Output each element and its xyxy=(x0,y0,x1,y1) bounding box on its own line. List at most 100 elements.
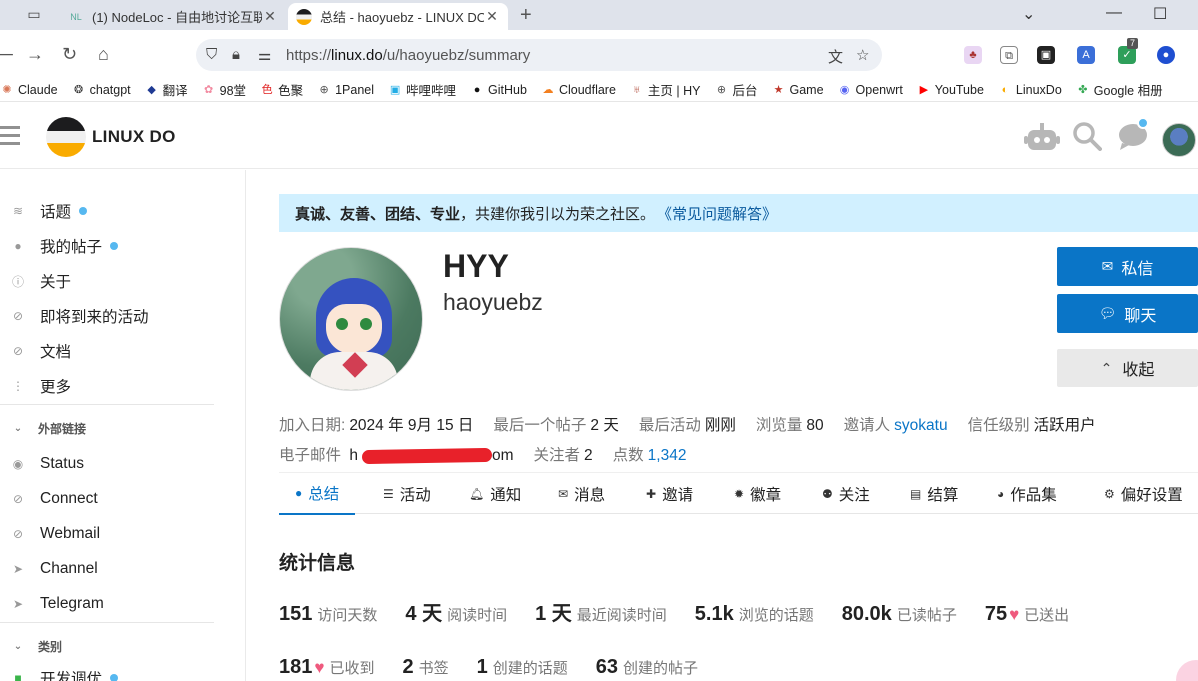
linuxdo-logo[interactable] xyxy=(46,117,86,157)
tab-3[interactable]: ✉ 消息 xyxy=(558,473,605,515)
url-host: linux.do xyxy=(331,47,383,64)
profile-avatar[interactable] xyxy=(279,247,423,391)
bookmark-item[interactable]: ✺ Claude xyxy=(0,83,57,97)
meta-value: 2 天 xyxy=(590,417,619,434)
sidebar-link[interactable]: ⊘ Webmail xyxy=(0,519,214,549)
tab-overview-icon[interactable]: ▭ xyxy=(24,6,44,24)
bookmark-item[interactable]: ◆ 翻译 xyxy=(145,80,187,99)
bookmark-item[interactable]: ▣ 哔哩哔哩 xyxy=(388,80,456,99)
url-text[interactable]: https://linux.do/u/haoyuebz/summary xyxy=(286,47,530,64)
bookmark-item[interactable]: ● GitHub xyxy=(470,83,527,97)
bookmark-item[interactable]: ◉ Openwrt xyxy=(838,83,903,97)
tab-8[interactable]: ◕ 作品集 xyxy=(997,473,1057,515)
sidebar-item-label: 开发调优 xyxy=(40,671,103,681)
bookmark-item[interactable]: ♅ 主页 | HY xyxy=(630,80,701,99)
sidebar-item[interactable]: ⊘ 即将到来的活动 xyxy=(0,301,214,331)
extension-icon[interactable]: ♣ xyxy=(964,46,982,64)
hamburger-menu-icon[interactable] xyxy=(0,126,20,150)
shield-icon[interactable]: ⛉ xyxy=(206,46,217,63)
tab-6[interactable]: ⚉ 关注 xyxy=(822,473,870,515)
tab-0[interactable]: ● 总结 xyxy=(279,473,356,515)
sidebar-item[interactable]: ⋮ 更多 xyxy=(0,371,214,401)
robot-icon[interactable] xyxy=(1024,122,1060,159)
new-tab-icon[interactable]: + xyxy=(520,4,532,27)
avatar[interactable] xyxy=(1162,123,1196,157)
browser-tab-nodeloc[interactable]: NL (1) NodeLoc - 自由地讨论互联 ✕ xyxy=(60,3,286,30)
address-bar[interactable]: ⛉ 🔒︎ ⚌ https://linux.do/u/haoyuebz/summa… xyxy=(196,39,882,71)
sidebar-item-label: 即将到来的活动 xyxy=(40,309,149,326)
browser-tab-linuxdo[interactable]: 总结 - haoyuebz - LINUX DO ✕ xyxy=(288,3,508,30)
eye-icon: ◉ xyxy=(12,457,24,471)
sidebar-item[interactable]: ● 我的帖子 xyxy=(0,231,214,261)
message-button[interactable]: ✉ 私信 xyxy=(1057,247,1198,286)
bookmark-label: Cloudflare xyxy=(558,82,616,97)
reload-icon[interactable]: ↻ xyxy=(62,44,77,65)
minimize-icon[interactable]: — xyxy=(1106,4,1122,22)
translate-icon[interactable]: 文 xyxy=(828,46,843,67)
bookmark-star-icon[interactable]: ☆ xyxy=(856,46,869,64)
ublock-icon[interactable]: ✓ 7 xyxy=(1118,38,1139,64)
stat-value: 1 xyxy=(476,656,488,678)
meta-value[interactable]: syokatu xyxy=(894,417,947,434)
tab-label: 作品集 xyxy=(1010,487,1057,504)
bookmark-item[interactable]: ❂ chatgpt xyxy=(72,83,131,97)
sidebar-item[interactable]: ≋ 话题 xyxy=(0,196,214,226)
sidebar-item[interactable]: ⊘ 文档 xyxy=(0,336,214,366)
github-icon: ● xyxy=(473,83,481,96)
tab-7[interactable]: ▤ 结算 xyxy=(910,473,958,515)
sidebar-link[interactable]: ➤ Channel xyxy=(0,554,214,584)
stat-item: 181 ♥ 已收到 xyxy=(279,656,374,679)
floating-widget[interactable] xyxy=(1176,660,1198,681)
profile-meta-item: 信任级别 活跃用户 xyxy=(968,413,1096,435)
tab-2[interactable]: 🔔︎ 通知 xyxy=(469,473,521,515)
sidebar-item-label: 我的帖子 xyxy=(40,239,103,256)
meta-value[interactable]: 1,342 xyxy=(648,447,687,464)
permissions-icon[interactable]: ⚌ xyxy=(258,46,271,64)
sidebar-item-label: 文档 xyxy=(40,344,72,361)
sidebar-link[interactable]: ➤ Telegram xyxy=(0,589,214,619)
translate-ext-icon[interactable]: A xyxy=(1077,46,1095,64)
extensions-puzzle-icon[interactable]: ⧉ xyxy=(1000,46,1018,64)
sidebar-section-categories[interactable]: ⌄ 类别 xyxy=(0,633,214,659)
tab-9[interactable]: ⚙ 偏好设置 xyxy=(1104,473,1183,515)
globe-icon: ⊕ xyxy=(319,83,329,96)
sidebar-divider xyxy=(0,404,214,405)
tab-4[interactable]: ✚ 邀请 xyxy=(646,473,693,515)
faq-link[interactable]: 《常见问题解答》 xyxy=(657,203,777,224)
sidebar-section-links[interactable]: ⌄ 外部链接 xyxy=(0,415,214,441)
maximize-icon[interactable]: ☐ xyxy=(1153,4,1167,24)
bookmark-item[interactable]: ☁ Cloudflare xyxy=(541,82,616,97)
tab-label: 徽章 xyxy=(750,487,782,504)
forward-icon[interactable]: → xyxy=(26,44,44,65)
bookmark-item[interactable]: ◐ LinuxDo xyxy=(998,83,1062,97)
sidebar-category[interactable]: ■ 开发调优 xyxy=(0,663,214,681)
close-tab-icon[interactable]: ✕ xyxy=(484,8,500,25)
bilibili-icon: ▣ xyxy=(389,83,401,96)
chevron-down-icon[interactable]: ⌄ xyxy=(1022,4,1035,24)
site-title[interactable]: LINUX DO xyxy=(92,127,176,147)
sidebar-item[interactable]: ⓘ 关于 xyxy=(0,266,214,296)
search-icon[interactable] xyxy=(1072,121,1102,158)
stat-item: 2 书签 xyxy=(402,656,448,679)
tab-1[interactable]: ☰ 活动 xyxy=(383,473,431,515)
bookmark-item[interactable]: ★ Game xyxy=(772,83,824,97)
profile-icon[interactable]: ● xyxy=(1157,46,1175,64)
sidebar-link[interactable]: ◉ Status xyxy=(0,449,214,479)
bookmark-item[interactable]: 色色聚 xyxy=(260,80,304,99)
sidebar-link[interactable]: ⊘ Connect xyxy=(0,484,214,514)
close-tab-icon[interactable]: ✕ xyxy=(262,8,278,25)
extension-dark-icon[interactable]: ▣ xyxy=(1037,46,1055,64)
tab-5[interactable]: ✹ 徽章 xyxy=(734,473,781,515)
collapse-button[interactable]: ⌃ 收起 xyxy=(1057,349,1198,387)
bookmark-item[interactable]: ▶ YouTube xyxy=(917,83,984,97)
bookmark-item[interactable]: ⊕ 1Panel xyxy=(317,83,374,97)
lock-icon[interactable]: 🔒︎ xyxy=(232,46,240,63)
chat-button[interactable]: 💬︎ 聊天 xyxy=(1057,294,1198,333)
bookmark-item[interactable]: ✿ 98堂 xyxy=(202,80,246,99)
bookmark-item[interactable]: ✤ Google 相册 xyxy=(1076,80,1162,99)
tab-label: 通知 xyxy=(490,487,522,504)
browser-tab-bar: ▭ NL (1) NodeLoc - 自由地讨论互联 ✕ 总结 - haoyue… xyxy=(0,0,1198,30)
home-icon[interactable]: ⌂ xyxy=(98,44,109,65)
back-icon[interactable]: ─ xyxy=(0,44,13,65)
bookmark-item[interactable]: ⊕ 后台 xyxy=(714,80,758,99)
